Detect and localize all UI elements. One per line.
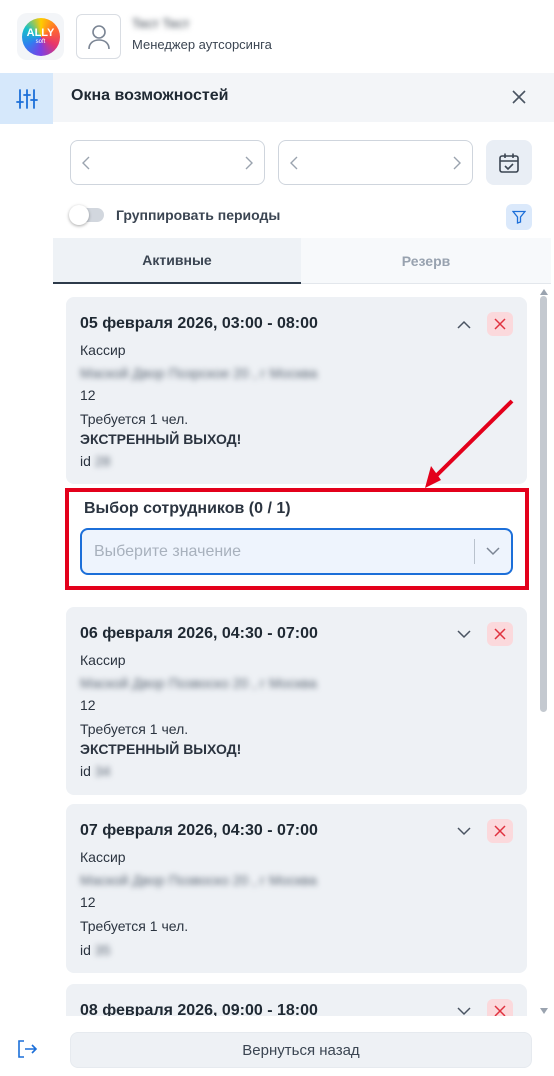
- logout-button[interactable]: [14, 1036, 40, 1062]
- footer: Вернуться назад: [53, 1016, 554, 1076]
- logout-icon: [18, 1040, 38, 1058]
- annotation-arrow: [425, 399, 514, 488]
- back-button[interactable]: Вернуться назад: [70, 1032, 532, 1068]
